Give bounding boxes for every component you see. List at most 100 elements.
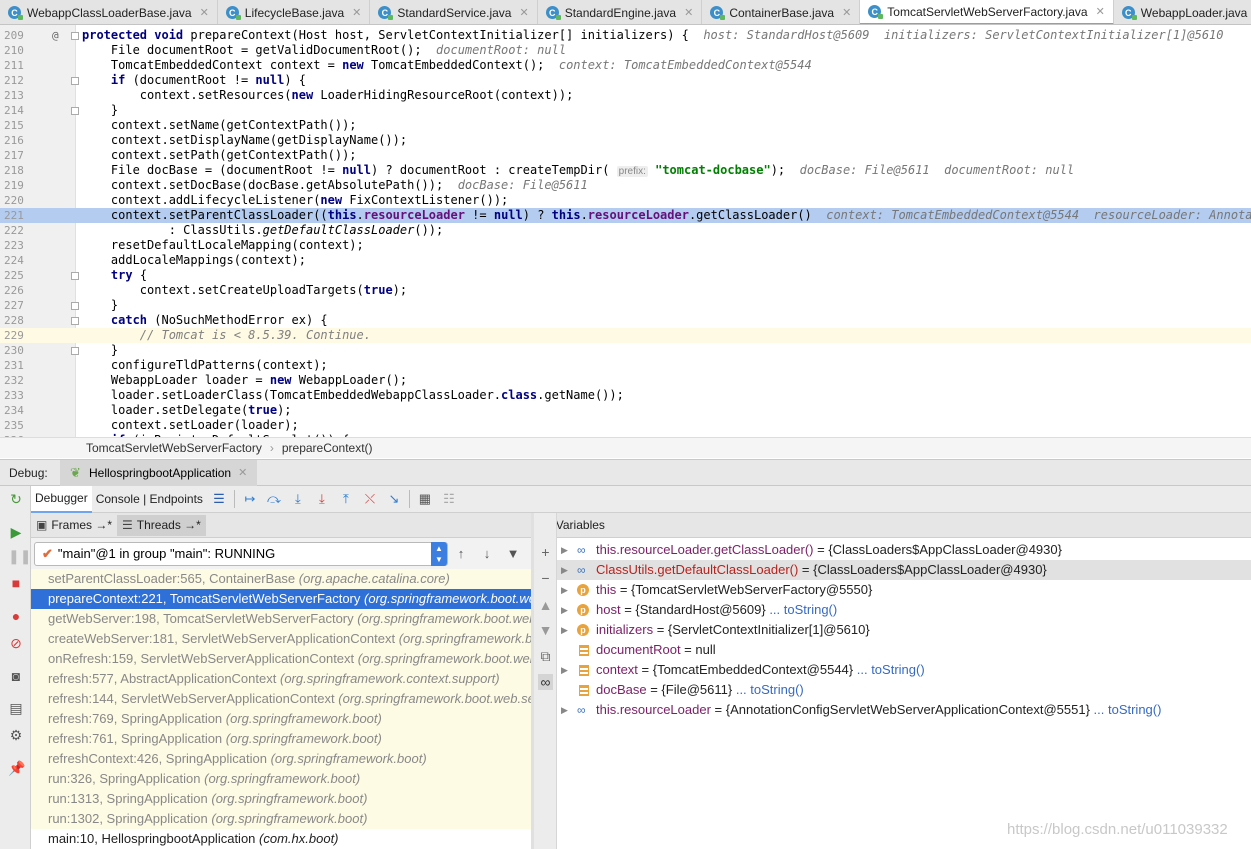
tostring-link[interactable]: ... toString() [736, 682, 804, 697]
stack-frame[interactable]: prepareContext:221, TomcatServletWebServ… [31, 589, 531, 609]
tostring-link[interactable]: ... toString() [769, 602, 837, 617]
tostring-link[interactable]: ... toString() [1094, 702, 1162, 717]
editor-tab[interactable]: C StandardEngine.java ✕ [538, 0, 703, 24]
code-line[interactable]: 211 TomcatEmbeddedContext context = new … [0, 58, 1251, 73]
move-down-icon[interactable]: ▼ [538, 622, 553, 638]
code-line[interactable]: 213 context.setResources(new LoaderHidin… [0, 88, 1251, 103]
trace-icon[interactable]: ☷ [437, 489, 461, 509]
code-line[interactable]: 235 context.setLoader(loader); [0, 418, 1251, 433]
evaluate-expression-icon[interactable]: ▦ [413, 489, 437, 509]
code-line[interactable]: 217 context.setPath(getContextPath()); [0, 148, 1251, 163]
close-tab-icon[interactable]: ✕ [200, 6, 209, 19]
variable-row[interactable]: ▶ ∞ this.resourceLoader = {AnnotationConfi… [557, 700, 1251, 720]
add-watch-icon[interactable]: + [538, 544, 553, 560]
stack-frame[interactable]: refresh:761, SpringApplication (org.spri… [31, 729, 531, 749]
resume-icon[interactable]: ▶ [8, 524, 24, 540]
code-line[interactable]: 228 catch (NoSuchMethodError ex) { [0, 313, 1251, 328]
fold-marker-icon[interactable] [71, 107, 79, 115]
frames-tab[interactable]: ▣ Frames →* [31, 515, 117, 536]
variable-row[interactable]: ▶ context = {TomcatEmbeddedContext@5544} … [557, 660, 1251, 680]
code-line[interactable]: 224 addLocaleMappings(context); [0, 253, 1251, 268]
stack-frame[interactable]: run:326, SpringApplication (org.springfr… [31, 769, 531, 789]
drop-frame-icon[interactable]: ⤬ [358, 489, 382, 509]
fold-marker-icon[interactable] [71, 77, 79, 85]
code-line[interactable]: 225 try { [0, 268, 1251, 283]
close-tab-icon[interactable]: ✕ [352, 6, 361, 19]
variable-row[interactable]: ▶ p host = {StandardHost@5609} ... toStrin… [557, 600, 1251, 620]
pin-icon[interactable]: 📌 [8, 760, 25, 776]
remove-watch-icon[interactable]: − [538, 570, 553, 586]
fold-marker-icon[interactable] [71, 302, 79, 310]
code-line[interactable]: 222 : ClassUtils.getDefaultClassLoader()… [0, 223, 1251, 238]
stop-icon[interactable]: ■ [8, 575, 24, 591]
close-tab-icon[interactable]: ✕ [1096, 5, 1105, 18]
code-line[interactable]: 210 File documentRoot = getValidDocument… [0, 43, 1251, 58]
code-line[interactable]: 221 context.setParentClassLoader((this.r… [0, 208, 1251, 223]
chevron-updown-icon[interactable]: ▲ ▼ [431, 541, 447, 566]
editor-tab[interactable]: C WebappClassLoaderBase.java ✕ [0, 0, 218, 24]
step-over-icon[interactable]: ⤼ [262, 489, 286, 509]
pause-icon[interactable]: ❚❚ [8, 548, 31, 564]
code-line[interactable]: 212 if (documentRoot != null) { [0, 73, 1251, 88]
expand-arrow-icon[interactable]: ▶ [561, 560, 568, 580]
close-icon[interactable]: ✕ [238, 466, 247, 479]
fold-marker-icon[interactable] [71, 317, 79, 325]
stack-frame[interactable]: onRefresh:159, ServletWebServerApplicati… [31, 649, 531, 669]
run-config-tab[interactable]: ❦ HellospringbootApplication ✕ [60, 459, 258, 486]
code-editor[interactable]: 209 protected void prepareContext(Host ho… [0, 25, 1251, 437]
variable-row[interactable]: ▶ ∞ ClassUtils.getDefaultClassLoader() = {… [557, 560, 1251, 580]
expand-arrow-icon[interactable]: ▶ [561, 540, 568, 560]
camera-icon[interactable]: ◙ [8, 668, 24, 684]
code-line[interactable]: 233 loader.setLoaderClass(TomcatEmbedded… [0, 388, 1251, 403]
code-line[interactable]: 216 context.setDisplayName(getDisplayNam… [0, 133, 1251, 148]
code-line[interactable]: 214 } [0, 103, 1251, 118]
expand-arrow-icon[interactable]: ▶ [561, 620, 568, 640]
code-line[interactable]: 218 File docBase = (documentRoot != null… [0, 163, 1251, 178]
stack-frame[interactable]: run:1302, SpringApplication (org.springf… [31, 809, 531, 829]
close-tab-icon[interactable]: ✕ [684, 6, 693, 19]
code-line[interactable]: 223 resetDefaultLocaleMapping(context); [0, 238, 1251, 253]
stack-frame[interactable]: refresh:577, AbstractApplicationContext … [31, 669, 531, 689]
stack-frame[interactable]: setParentClassLoader:565, ContainerBase … [31, 569, 531, 589]
code-line[interactable]: 215 context.setName(getContextPath()); [0, 118, 1251, 133]
expand-arrow-icon[interactable]: ▶ [561, 700, 568, 720]
expand-arrow-icon[interactable]: ▶ [561, 580, 568, 600]
code-line[interactable]: 232 WebappLoader loader = new WebappLoad… [0, 373, 1251, 388]
force-step-into-icon[interactable]: ⤓ [310, 489, 334, 509]
code-line[interactable]: 220 context.addLifecycleListener(new Fix… [0, 193, 1251, 208]
move-up-icon[interactable]: ▲ [538, 597, 553, 613]
variable-row[interactable]: ▶ p this = {TomcatServletWebServerFactory@… [557, 580, 1251, 600]
variable-row[interactable]: ▶ ∞ this.resourceLoader.getClassLoader() =… [557, 540, 1251, 560]
stack-frame[interactable]: refresh:769, SpringApplication (org.spri… [31, 709, 531, 729]
watches-glasses-icon[interactable]: ∞ [538, 674, 553, 690]
expand-arrow-icon[interactable]: ▶ [561, 660, 568, 680]
mute-breakpoints-icon[interactable]: ⊘ [8, 635, 24, 651]
arrow-down-icon[interactable]: ↓ [474, 546, 500, 561]
arrow-up-icon[interactable]: ↑ [448, 546, 474, 561]
editor-tab[interactable]: C LifecycleBase.java ✕ [218, 0, 371, 24]
variable-row[interactable]: documentRoot = null [557, 640, 1251, 660]
thread-select[interactable]: ✔ "main"@1 in group "main": RUNNING ▲ ▼ [34, 541, 448, 566]
settings-icon[interactable]: ⚙ [8, 727, 24, 743]
fold-marker-icon[interactable] [71, 272, 79, 280]
stack-frame[interactable]: refresh:144, ServletWebServerApplication… [31, 689, 531, 709]
fold-marker-icon[interactable] [71, 347, 79, 355]
code-line[interactable]: 230 } [0, 343, 1251, 358]
step-into-icon[interactable]: ⤓ [286, 489, 310, 509]
stack-frame[interactable]: getWebServer:198, TomcatServletWebServer… [31, 609, 531, 629]
breadcrumb-method[interactable]: prepareContext() [282, 441, 373, 455]
menu-icon[interactable]: ☰ [207, 489, 231, 509]
show-execution-point-icon[interactable]: ↦ [238, 489, 262, 509]
variable-row[interactable]: ▶ p initializers = {ServletContextInitiali… [557, 620, 1251, 640]
copy-icon[interactable]: ⧉ [538, 648, 553, 665]
stack-frame[interactable]: createWebServer:181, ServletWebServerApp… [31, 629, 531, 649]
override-icon[interactable]: @ [52, 28, 59, 43]
editor-tab[interactable]: C ContainerBase.java ✕ [702, 0, 861, 24]
tab-debugger[interactable]: Debugger [31, 485, 92, 513]
layout-icon[interactable]: ▤ [8, 700, 24, 716]
editor-tab[interactable]: CWebappLoader.java✕ [1114, 0, 1251, 24]
close-tab-icon[interactable]: ✕ [519, 6, 528, 19]
close-tab-icon[interactable]: ✕ [842, 6, 851, 19]
code-line[interactable]: 229 // Tomcat is < 8.5.39. Continue. [0, 328, 1251, 343]
code-line[interactable]: 234 loader.setDelegate(true); [0, 403, 1251, 418]
